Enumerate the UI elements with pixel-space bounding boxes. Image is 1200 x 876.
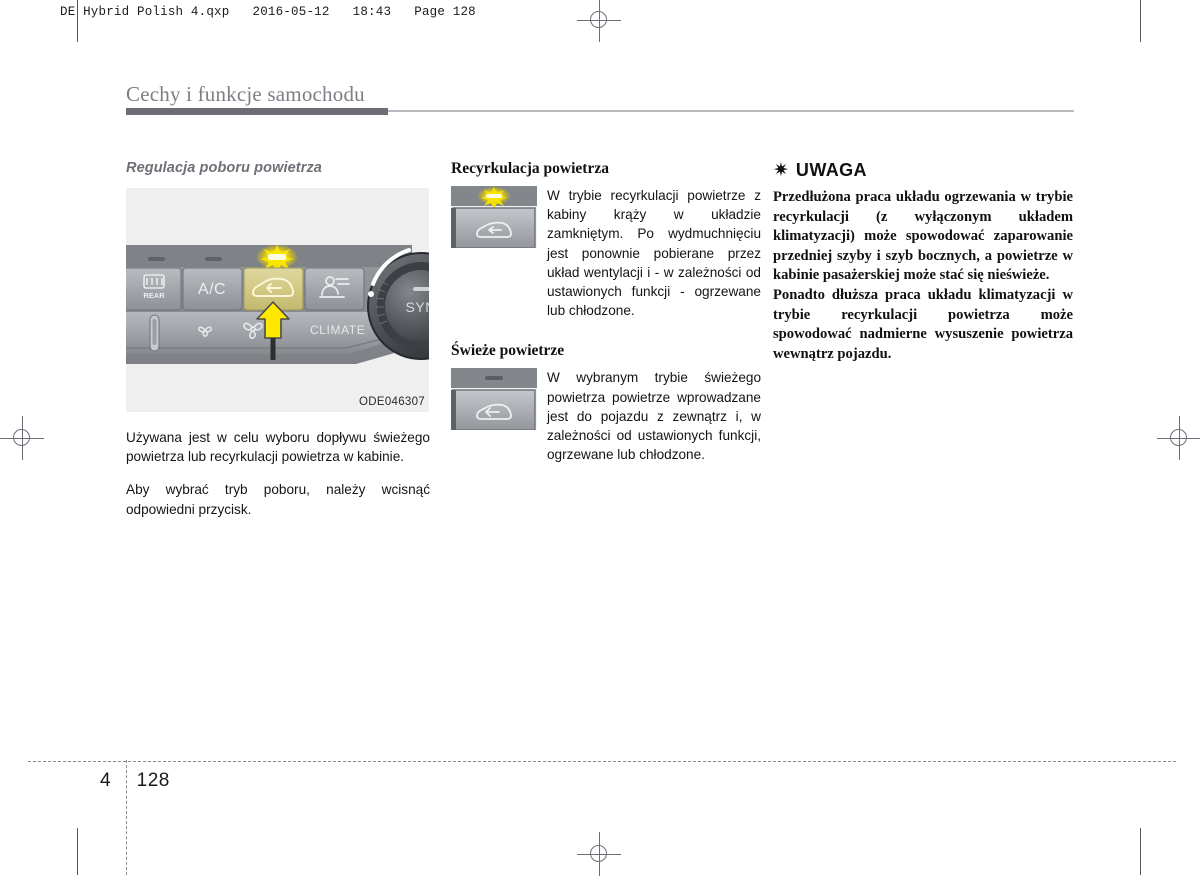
climate-panel-illustration: REAR A/C CLIMATE SY <box>126 188 429 412</box>
rear-defroster-button: REAR <box>126 267 182 311</box>
crop-guide-horizontal <box>28 761 1176 762</box>
title-rule-dark <box>126 108 388 115</box>
thumbnail-recirculation-button <box>451 186 537 248</box>
heading-fresh-air: Świeże powietrze <box>451 342 565 360</box>
notice-header: ✷ UWAGA <box>773 160 1073 181</box>
footer-page-number: 4 128 <box>100 770 170 792</box>
trim-mark-bottom-right <box>1140 828 1141 875</box>
recirculation-block: W trybie recyrkulacji powietrze z kabiny… <box>451 186 761 320</box>
registration-mark-right <box>1157 416 1200 460</box>
thumbnail-fresh-air-button <box>451 368 537 431</box>
climate-label: CLIMATE <box>310 323 365 337</box>
airflow-mode-button <box>304 267 365 311</box>
ac-button: A/C <box>182 267 243 311</box>
figure-climate-control-panel: REAR A/C CLIMATE SY ODE046307 <box>126 188 429 412</box>
climate-button-row: REAR A/C <box>126 267 365 311</box>
sync-label: SYNC <box>406 299 429 315</box>
page-title: Cechy i funkcje samochodu <box>126 82 365 106</box>
title-rule-light <box>388 110 1074 112</box>
indicator-unlit <box>485 376 503 381</box>
registration-mark-top <box>577 0 621 42</box>
paragraph-air-intake-select: Aby wybrać tryb poboru, należy wcisnąć o… <box>126 482 430 517</box>
asterisk-icon: ✷ <box>773 159 789 181</box>
svg-text:A/C: A/C <box>198 281 226 298</box>
svg-text:REAR: REAR <box>143 291 165 300</box>
paragraph-fresh-air: W wybranym trybie świeżego powietrza pow… <box>547 370 761 463</box>
heading-air-intake-control: Regulacja poboru powietrza <box>126 160 322 176</box>
heading-recirculation: Recyrkulacja powietrza <box>451 160 609 177</box>
notice-title: UWAGA <box>795 160 867 180</box>
registration-mark-bottom <box>577 832 621 876</box>
fresh-air-block: W wybranym trybie świeżego powietrza pow… <box>451 368 761 464</box>
paragraph-recirculation: W trybie recyrkulacji powietrze z kabiny… <box>547 188 761 319</box>
trim-mark-top-right <box>1140 0 1141 42</box>
notice-paragraph-1: Przedłużona praca układu ogrzewania w tr… <box>773 189 1073 284</box>
file-header: DE Hybrid Polish 4.qxp 2016-05-12 18:43 … <box>60 5 476 19</box>
column-left: Regulacja poboru powietrza REAR A/C CLIM… <box>126 160 430 519</box>
temperature-slider <box>149 314 160 352</box>
trim-mark-bottom-left <box>77 828 78 875</box>
figure-caption: ODE046307 <box>359 396 425 408</box>
footer-chapter-number: 4 <box>100 770 112 791</box>
footer-page-value: 128 <box>136 770 170 791</box>
column-right: ✷ UWAGA Przedłużona praca układu ogrzewa… <box>773 160 1073 364</box>
registration-mark-left <box>0 416 44 460</box>
column-middle: Recyrkulacja powietrza W trybie recyrkul… <box>451 160 761 464</box>
notice-paragraph-2: Ponadto dłuższa praca układu klimatyzacj… <box>773 286 1073 362</box>
paragraph-air-intake-purpose: Używana jest w celu wyboru dopływu śwież… <box>126 430 430 465</box>
